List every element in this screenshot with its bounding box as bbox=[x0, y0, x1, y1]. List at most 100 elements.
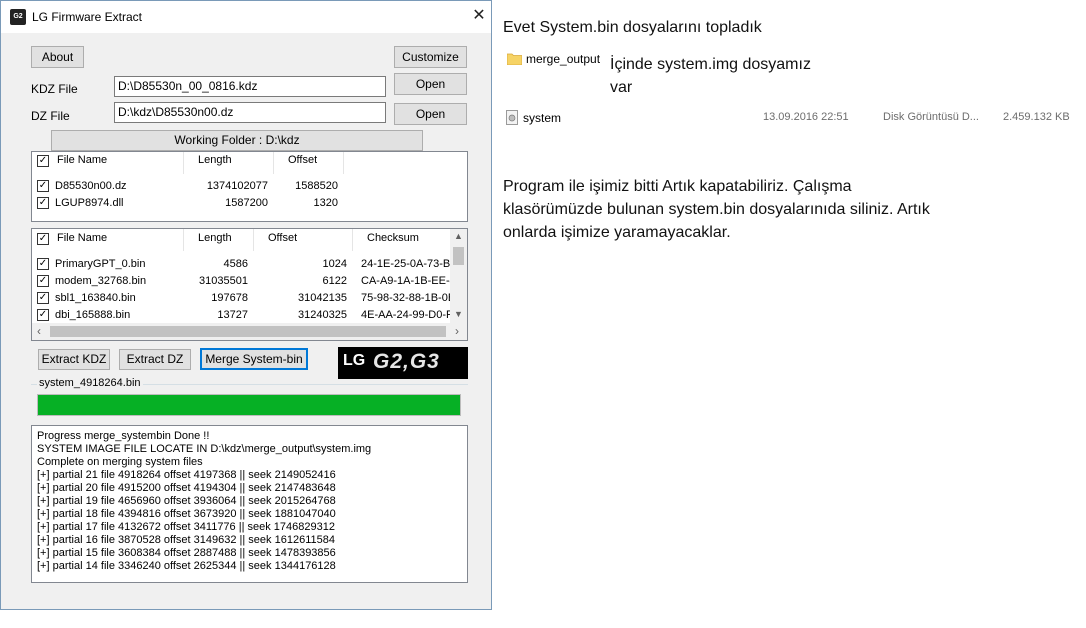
row-offset: 6122 bbox=[322, 275, 347, 287]
title-bar[interactable]: G2 LG Firmware Extract ✕ bbox=[1, 1, 491, 33]
scrollbar-thumb[interactable] bbox=[50, 326, 446, 337]
table-row[interactable]: ✓ D85530n00.dz 1374102077 1588520 bbox=[32, 178, 467, 195]
row-offset: 1320 bbox=[313, 197, 338, 209]
log-line: [+] partial 16 file 3870528 offset 31496… bbox=[37, 534, 335, 546]
file-size: 2.459.132 KB bbox=[1003, 111, 1070, 123]
scroll-right-icon[interactable]: › bbox=[455, 324, 459, 338]
row-checkbox[interactable]: ✓ bbox=[37, 309, 49, 321]
row-offset: 1024 bbox=[322, 258, 347, 270]
row-length: 1374102077 bbox=[206, 180, 268, 192]
row-checksum: 4E-AA-24-99-D0-F4 bbox=[361, 309, 450, 321]
scroll-up-icon[interactable]: ▲ bbox=[454, 231, 463, 241]
log-line: SYSTEM IMAGE FILE LOCATE IN D:\kdz\merge… bbox=[37, 443, 372, 455]
about-button[interactable]: About bbox=[31, 46, 84, 68]
progress-bar bbox=[37, 394, 461, 416]
column-header-offset: Offset bbox=[268, 232, 298, 244]
dz-files-table: ✓ File Name Length Offset ✓ D85530n00.dz… bbox=[31, 151, 468, 222]
log-output[interactable]: Progress merge_systembin Done !! SYSTEM I… bbox=[31, 425, 468, 583]
column-header-file-name: File Name bbox=[57, 154, 108, 166]
row-length: 13727 bbox=[217, 309, 248, 321]
column-header-file-name: File Name bbox=[57, 232, 108, 244]
folder-name[interactable]: merge_output bbox=[526, 52, 600, 66]
dz-file-label: DZ File bbox=[31, 109, 70, 123]
log-line: Progress merge_systembin Done !! bbox=[37, 430, 210, 442]
row-checkbox[interactable]: ✓ bbox=[37, 180, 49, 192]
row-checksum: 75-98-32-88-1B-0B bbox=[361, 292, 450, 304]
paragraph-line-2: klasörümüzde bulunan system.bin dosyalar… bbox=[503, 201, 930, 218]
heading-text: Evet System.bin dosyalarını topladık bbox=[503, 19, 762, 36]
table-row[interactable]: ✓ sbl1_163840.bin 197678 31042135 75-98-… bbox=[32, 290, 450, 307]
open-kdz-button[interactable]: Open bbox=[394, 73, 467, 95]
vertical-scrollbar[interactable]: ▲ ▼ bbox=[450, 229, 467, 323]
row-checkbox[interactable]: ✓ bbox=[37, 275, 49, 287]
row-file-name: dbi_165888.bin bbox=[55, 309, 131, 321]
row-offset: 31042135 bbox=[298, 292, 347, 304]
log-line: [+] partial 20 file 4915200 offset 41943… bbox=[37, 482, 336, 494]
paragraph-line-3: onlarda işimize yaramayacaklar. bbox=[503, 224, 731, 241]
app-window: G2 LG Firmware Extract ✕ About Customize… bbox=[0, 0, 492, 610]
file-name: system bbox=[523, 111, 562, 125]
column-divider bbox=[352, 229, 353, 251]
column-header-offset: Offset bbox=[288, 154, 318, 166]
row-file-name: sbl1_163840.bin bbox=[55, 292, 136, 304]
log-line: [+] partial 18 file 4394816 offset 36739… bbox=[37, 508, 336, 520]
bin-files-table: ✓ File Name Length Offset Checksum ✓ Pri… bbox=[31, 228, 468, 341]
customize-button[interactable]: Customize bbox=[394, 46, 467, 68]
file-type: Disk Görüntüsü D... bbox=[883, 111, 979, 123]
file-row[interactable]: system 13.09.2016 22:51 Disk Görüntüsü D… bbox=[504, 108, 1076, 128]
model-logo-text: G2,G3 bbox=[373, 350, 440, 373]
table-row[interactable]: ✓ PrimaryGPT_0.bin 4586 1024 24-1E-25-0A… bbox=[32, 256, 450, 273]
row-file-name: PrimaryGPT_0.bin bbox=[55, 258, 146, 270]
row-length: 197678 bbox=[211, 292, 248, 304]
extract-dz-button[interactable]: Extract DZ bbox=[119, 349, 191, 370]
progress-label: system_4918264.bin bbox=[37, 377, 143, 389]
extract-kdz-button[interactable]: Extract KDZ bbox=[38, 349, 110, 370]
working-folder-button[interactable]: Working Folder : D:\kdz bbox=[51, 130, 423, 151]
row-checkbox[interactable]: ✓ bbox=[37, 197, 49, 209]
log-line: [+] partial 21 file 4918264 offset 41973… bbox=[37, 469, 336, 481]
horizontal-scrollbar[interactable]: ‹ › bbox=[32, 323, 467, 340]
progress-fill bbox=[38, 395, 460, 415]
column-divider bbox=[183, 229, 184, 251]
select-all-checkbox[interactable]: ✓ bbox=[37, 155, 49, 167]
column-divider bbox=[273, 152, 274, 174]
scrollbar-thumb[interactable] bbox=[453, 247, 464, 265]
window-title: LG Firmware Extract bbox=[32, 10, 143, 24]
table-row[interactable]: ✓ LGUP8974.dll 1587200 1320 bbox=[32, 195, 467, 212]
file-date: 13.09.2016 22:51 bbox=[763, 111, 849, 123]
row-length: 1587200 bbox=[225, 197, 268, 209]
open-dz-button[interactable]: Open bbox=[394, 103, 467, 125]
column-divider bbox=[343, 152, 344, 174]
row-length: 31035501 bbox=[199, 275, 248, 287]
app-icon: G2 bbox=[10, 9, 26, 25]
scroll-left-icon[interactable]: ‹ bbox=[37, 324, 41, 338]
column-divider bbox=[253, 229, 254, 251]
table-row[interactable]: ✓ dbi_165888.bin 13727 31240325 4E-AA-24… bbox=[32, 307, 450, 324]
folder-icon[interactable] bbox=[506, 52, 523, 66]
merge-system-bin-button[interactable]: Merge System-bin bbox=[200, 348, 308, 370]
scroll-down-icon[interactable]: ▼ bbox=[454, 309, 463, 319]
row-file-name: modem_32768.bin bbox=[55, 275, 147, 287]
lg-logo-text: LG bbox=[343, 352, 366, 369]
table-row[interactable]: ✓ modem_32768.bin 31035501 6122 CA-A9-1A… bbox=[32, 273, 450, 290]
row-checkbox[interactable]: ✓ bbox=[37, 292, 49, 304]
log-line: [+] partial 15 file 3608384 offset 28874… bbox=[37, 547, 336, 559]
row-file-name: LGUP8974.dll bbox=[55, 197, 124, 209]
kdz-file-input[interactable]: D:\D85530n_00_0816.kdz bbox=[114, 76, 386, 97]
row-checksum: 24-1E-25-0A-73-B3 bbox=[361, 258, 450, 270]
row-checkbox[interactable]: ✓ bbox=[37, 258, 49, 270]
progress-group: system_4918264.bin bbox=[31, 377, 468, 421]
close-icon[interactable]: ✕ bbox=[467, 5, 491, 27]
log-line: [+] partial 17 file 4132672 offset 34117… bbox=[37, 521, 335, 533]
log-line: [+] partial 14 file 3346240 offset 26253… bbox=[37, 560, 336, 572]
row-offset: 31240325 bbox=[298, 309, 347, 321]
column-divider bbox=[183, 152, 184, 174]
column-header-length: Length bbox=[198, 232, 232, 244]
log-line: Complete on merging system files bbox=[37, 456, 203, 468]
row-file-name: D85530n00.dz bbox=[55, 180, 127, 192]
row-checksum: CA-A9-1A-1B-EE-42 bbox=[361, 275, 450, 287]
select-all-checkbox[interactable]: ✓ bbox=[37, 233, 49, 245]
dz-file-input[interactable]: D:\kdz\D85530n00.dz bbox=[114, 102, 386, 123]
log-line: [+] partial 19 file 4656960 offset 39360… bbox=[37, 495, 336, 507]
disk-image-icon bbox=[506, 110, 518, 125]
